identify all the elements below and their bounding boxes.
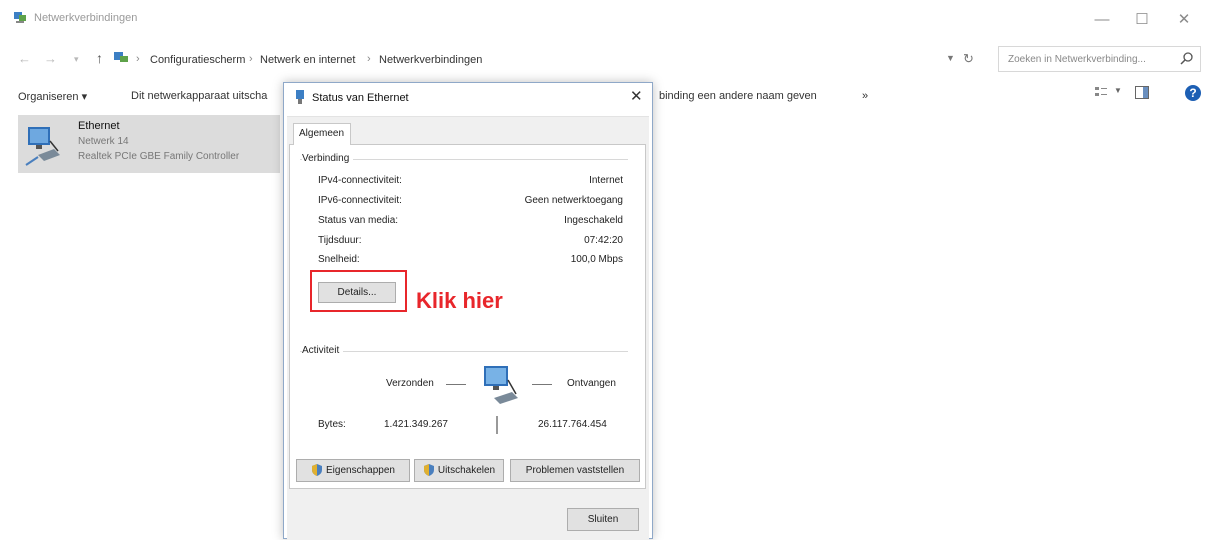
speed-value: 100,0 Mbps xyxy=(570,254,623,265)
media-status-value: Ingeschakeld xyxy=(564,215,623,226)
close-window-button[interactable]: ✕ xyxy=(1164,6,1204,34)
disable-label: Uitschakelen xyxy=(437,465,496,476)
shield-icon xyxy=(312,464,323,477)
breadcrumb-separator: › xyxy=(136,53,140,65)
bytes-sent-value: 1.421.349.267 xyxy=(384,419,448,430)
ipv4-label: IPv4-connectiviteit: xyxy=(318,175,402,186)
activity-group-title: Activiteit xyxy=(302,345,344,356)
dialog-network-icon xyxy=(296,90,304,104)
shield-icon xyxy=(423,464,434,477)
network-activity-icon xyxy=(484,366,518,404)
connection-group-title: Verbinding xyxy=(302,153,354,164)
ipv6-value: Geen netwerktoegang xyxy=(524,195,623,206)
search-icon[interactable] xyxy=(1180,51,1194,65)
breadcrumb-network-internet[interactable]: Netwerk en internet xyxy=(260,54,355,66)
properties-button[interactable]: Eigenschappen xyxy=(296,459,410,482)
received-line xyxy=(532,384,552,385)
dialog-title: Status van Ethernet xyxy=(312,92,409,104)
refresh-icon[interactable]: ↻ xyxy=(963,51,974,67)
dialog-close-icon[interactable]: ✕ xyxy=(630,87,643,105)
breadcrumb-separator: › xyxy=(367,53,371,65)
duration-value: 07:42:20 xyxy=(584,235,623,246)
annotation-click-here: Klik hier xyxy=(416,288,503,313)
activity-divider xyxy=(496,416,498,434)
annotation-highlight-box xyxy=(310,270,407,312)
title-bar xyxy=(0,0,1211,40)
network-adapter-icon xyxy=(25,127,60,166)
control-panel-icon xyxy=(114,52,128,62)
sent-line xyxy=(446,384,466,385)
minimize-button[interactable]: — xyxy=(1082,6,1122,34)
bytes-received-value: 26.117.764.454 xyxy=(538,419,607,430)
connection-controller: Realtek PCIe GBE Family Controller xyxy=(78,151,240,162)
recent-dropdown-icon[interactable]: ▾ xyxy=(74,54,79,65)
forward-icon[interactable]: → xyxy=(44,51,57,66)
window-title: Netwerkverbindingen xyxy=(34,12,138,24)
speed-label: Snelheid: xyxy=(318,254,360,265)
view-dropdown-icon[interactable]: ▼ xyxy=(1114,86,1122,95)
close-dialog-button[interactable]: Sluiten xyxy=(567,508,639,531)
properties-label: Eigenschappen xyxy=(326,465,395,476)
more-commands-icon[interactable]: » xyxy=(862,90,868,102)
view-options-icon[interactable] xyxy=(1094,85,1108,99)
help-icon[interactable]: ? xyxy=(1185,85,1201,101)
maximize-button[interactable]: ☐ xyxy=(1122,6,1162,34)
disable-device-button[interactable]: Dit netwerkapparaat uitscha xyxy=(131,90,267,102)
disable-button[interactable]: Uitschakelen xyxy=(414,459,504,482)
tab-general-label: Algemeen xyxy=(299,128,345,139)
search-placeholder: Zoeken in Netwerkverbinding... xyxy=(1008,54,1146,65)
address-dropdown-icon[interactable]: ▼ xyxy=(946,53,955,63)
rename-connection-button[interactable]: binding een andere naam geven xyxy=(659,90,817,102)
media-status-label: Status van media: xyxy=(318,215,399,226)
ipv4-value: Internet xyxy=(589,175,623,186)
preview-pane-icon[interactable] xyxy=(1135,86,1149,99)
breadcrumb-separator: › xyxy=(249,53,253,65)
diagnose-button[interactable]: Problemen vaststellen xyxy=(510,459,640,482)
breadcrumb-control-panel[interactable]: Configuratiescherm xyxy=(150,54,245,66)
group-divider xyxy=(300,351,628,352)
breadcrumb-network-connections[interactable]: Netwerkverbindingen xyxy=(379,54,482,66)
network-connections-icon xyxy=(14,12,26,23)
connection-network: Netwerk 14 xyxy=(78,136,129,147)
up-icon[interactable]: ↑ xyxy=(96,50,103,66)
ipv6-label: IPv6-connectiviteit: xyxy=(318,195,402,206)
duration-label: Tijdsduur: xyxy=(318,235,362,246)
sent-label: Verzonden xyxy=(386,378,434,389)
bytes-label: Bytes: xyxy=(318,419,346,430)
back-icon[interactable]: ← xyxy=(18,51,31,66)
connection-name: Ethernet xyxy=(78,120,120,132)
organize-menu[interactable]: Organiseren ▾ xyxy=(18,90,87,103)
received-label: Ontvangen xyxy=(567,378,616,389)
